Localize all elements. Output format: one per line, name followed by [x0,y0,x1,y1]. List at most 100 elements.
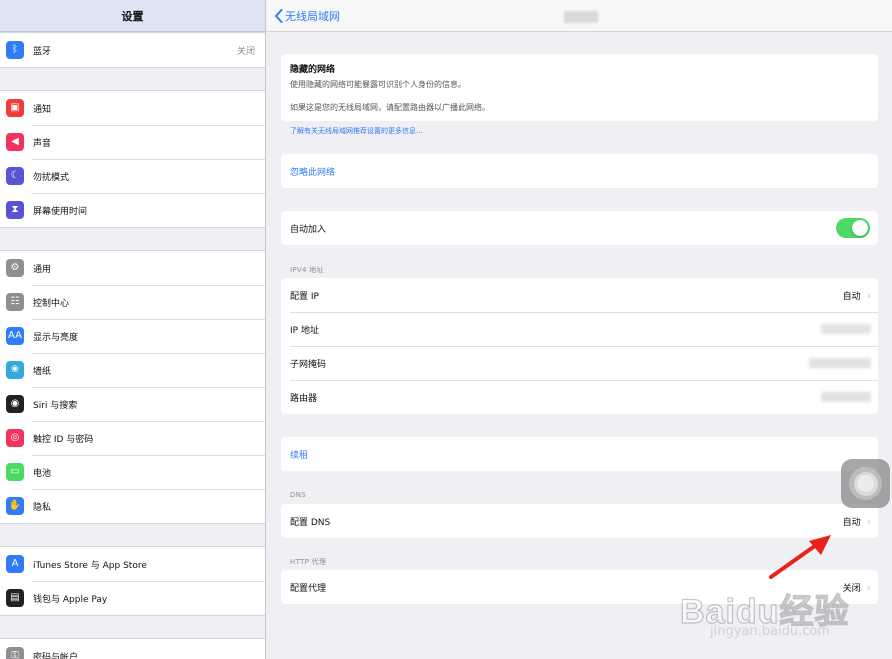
sidebar-group: ᛒ 蓝牙 关闭 [0,32,265,68]
auto-join-row: 自动加入 [281,211,878,245]
ip-address-row: IP 地址 [281,312,878,346]
baidu-watermark: Baidu经验 jingyan.baidu.com [679,570,890,650]
hidden-network-line1: 使用隐藏的网络可能暴露可识别个人身份的信息。 [290,80,466,89]
hidden-network-title: 隐藏的网络 [290,65,336,75]
app-store-icon: A [6,555,24,573]
sidebar-item-label: Siri 与搜索 [33,400,78,411]
hidden-network-card: 隐藏的网络 使用隐藏的网络可能暴露可识别个人身份的信息。 如果这是您的无线局域网… [281,54,878,121]
configure-ip-label: 配置 IP [290,291,319,302]
hidden-network-line2: 如果这是您的无线局域网，请配置路由器以广播此网络。 [290,103,490,112]
fingerprint-icon: ◎ [6,429,24,447]
battery-icon: ▭ [6,463,24,481]
forget-network-label: 忽略此网络 [290,167,336,178]
sidebar-item-label: 钱包与 Apple Pay [33,594,108,605]
wallet-icon: ▤ [6,589,24,607]
sidebar-item-label: 屏幕使用时间 [33,206,88,217]
wallpaper-icon: ❀ [6,361,24,379]
sidebar-item-label: 墙纸 [33,366,52,377]
sidebar-group: ▣ 通知 ◀ 声音 ☾ 勿扰模式 ⧗ 屏幕使用时间 [0,90,265,228]
ipv4-header: IPV4 地址 [290,266,324,274]
sidebar-group: AiTunes Store 与 App Store ▤ 钱包与 Apple Pay [0,546,265,616]
sidebar-item-label: iTunes Store 与 App Store [33,560,147,571]
sidebar-item[interactable]: ▭ 电池 [0,455,265,489]
network-name-redacted [564,11,598,23]
configure-dns-value: 自动 [842,517,861,528]
configure-ip-value: 自动 [842,291,861,302]
sidebar-item[interactable]: ᛒ 蓝牙 关闭 [0,33,265,67]
configure-ip-row[interactable]: 配置 IP 自动 › [281,278,878,312]
sidebar-groups: ᛒ 蓝牙 关闭 ▣ 通知 ◀ 声音 ☾ 勿扰模式 ⧗ 屏幕使用时间 ⚙ 通用 ☷ 控制中心 AA 显示与亮度 ❀ 墙… [0,32,265,659]
sidebar-item-label: 通知 [33,104,52,115]
moon-icon: ☾ [6,167,24,185]
router-label: 路由器 [290,393,318,404]
sidebar-item[interactable]: ◀ 声音 [0,125,265,159]
forget-network-button[interactable]: 忽略此网络 [281,154,878,188]
ipv4-card: 配置 IP 自动 › IP 地址 子网掩码 路由器 [281,278,878,414]
chevron-right-icon: › [866,288,871,302]
sidebar-item[interactable]: ▤ 钱包与 Apple Pay [0,581,265,615]
proxy-header: HTTP 代理 [290,558,327,566]
sidebar-item-label: 电池 [33,468,52,479]
sidebar-item[interactable]: ▣ 通知 [0,91,265,125]
subnet-row: 子网掩码 [281,346,878,380]
router-row: 路由器 [281,380,878,414]
sidebar-item[interactable]: AiTunes Store 与 App Store [0,547,265,581]
auto-join-card: 自动加入 [281,211,878,245]
auto-join-toggle[interactable] [836,218,870,238]
nav-bar: 无线局域网 [267,0,892,32]
sidebar-item[interactable]: AA 显示与亮度 [0,319,265,353]
sounds-icon: ◀ [6,133,24,151]
sidebar-item[interactable]: ⚿ 密码与帐户 [0,639,265,659]
sidebar-item[interactable]: ⚙ 通用 [0,251,265,285]
settings-sidebar: 设置 ᛒ 蓝牙 关闭 ▣ 通知 ◀ 声音 ☾ 勿扰模式 ⧗ 屏幕使用时间 ⚙ 通用 ☷ 控制中心 AA 显示与亮… [0,0,266,659]
forget-card: 忽略此网络 [281,154,878,188]
sidebar-item[interactable]: ☾ 勿扰模式 [0,159,265,193]
subnet-label: 子网掩码 [290,359,327,370]
display-icon: AA [6,327,24,345]
control-center-icon: ☷ [6,293,24,311]
sidebar-group: ⚿ 密码与帐户 [0,638,265,659]
watermark-subtext: jingyan.baidu.com [710,624,830,639]
sidebar-item-label: 声音 [33,138,52,149]
sidebar-item-label: 隐私 [33,502,52,513]
renew-card: 续租 [281,437,878,471]
back-button-label: 无线局域网 [285,9,340,23]
bluetooth-icon: ᛒ [6,41,24,59]
back-button[interactable]: 无线局域网 [274,8,340,24]
sidebar-item-label: 触控 ID 与密码 [33,434,94,445]
key-icon: ⚿ [6,647,24,659]
sidebar-item-label: 控制中心 [33,298,70,309]
sidebar-item-label: 密码与帐户 [33,652,79,659]
sidebar-item-label: 通用 [33,264,52,275]
notifications-icon: ▣ [6,99,24,117]
siri-icon: ◉ [6,395,24,413]
sidebar-item-label: 显示与亮度 [33,332,79,343]
sidebar-item-label: 蓝牙 [33,46,52,57]
chevron-left-icon [274,8,283,23]
hourglass-icon: ⧗ [6,201,24,219]
sidebar-item[interactable]: ✋ 隐私 [0,489,265,523]
sidebar-item[interactable]: ☷ 控制中心 [0,285,265,319]
subnet-redacted [809,358,871,368]
gear-icon: ⚙ [6,259,24,277]
configure-dns-label: 配置 DNS [290,517,331,528]
renew-lease-label: 续租 [290,450,309,461]
router-redacted [821,392,871,402]
assistive-touch-button[interactable] [841,459,890,508]
dns-header: DNS [290,491,306,499]
sidebar-item[interactable]: ◉ Siri 与搜索 [0,387,265,421]
chevron-right-icon: › [866,514,871,528]
sidebar-title: 设置 [0,0,265,32]
ip-address-redacted [821,324,871,334]
auto-join-label: 自动加入 [290,224,327,235]
learn-more-link[interactable]: 了解有关无线局域网推荐设置的更多信息... [290,126,423,136]
sidebar-item-label: 勿扰模式 [33,172,70,183]
sidebar-item[interactable]: ⧗ 屏幕使用时间 [0,193,265,227]
sidebar-item[interactable]: ❀ 墙纸 [0,353,265,387]
sidebar-item-value: 关闭 [236,46,255,57]
sidebar-item[interactable]: ◎ 触控 ID 与密码 [0,421,265,455]
ip-address-label: IP 地址 [290,325,319,336]
sidebar-group: ⚙ 通用 ☷ 控制中心 AA 显示与亮度 ❀ 墙纸 ◉ Siri 与搜索 ◎ 触控 ID 与密码 ▭ 电池… [0,250,265,524]
hand-icon: ✋ [6,497,24,515]
renew-lease-button[interactable]: 续租 [281,437,878,471]
